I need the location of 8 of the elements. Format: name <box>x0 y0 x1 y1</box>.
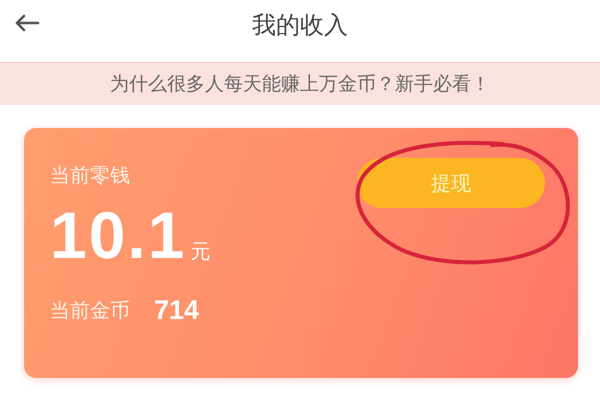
balance-amount: 10.1 <box>50 197 186 273</box>
promo-banner[interactable]: 为什么很多人每天能赚上万金币？新手必看！ <box>0 62 600 105</box>
change-label: 当前零钱 <box>50 162 131 189</box>
back-icon[interactable] <box>14 14 40 32</box>
page-title: 我的收入 <box>252 10 348 41</box>
currency-unit: 元 <box>190 238 210 265</box>
coins-value: 714 <box>154 295 200 326</box>
coins-label: 当前金币 <box>50 297 130 324</box>
